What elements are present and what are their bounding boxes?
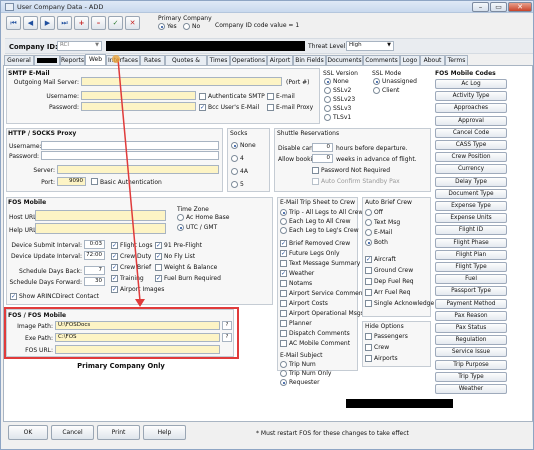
airport-ops-checkbox[interactable]	[280, 310, 287, 317]
hide-airports-checkbox[interactable]	[365, 355, 372, 362]
mobile-codes-title: FOS Mobile Codes	[435, 70, 496, 77]
subject-trip-num-label: Trip Num	[289, 361, 316, 368]
code-button-currency[interactable]: Currency	[435, 164, 507, 175]
brief-both-radio[interactable]	[365, 239, 372, 246]
print-button[interactable]: Print	[97, 425, 140, 440]
each-leg-all-radio[interactable]	[280, 218, 287, 225]
brief-off-label: Off	[374, 209, 383, 216]
brief-aircraft-checkbox[interactable]: ✓	[365, 256, 372, 263]
brief-aircraft-label: Aircraft	[374, 256, 396, 263]
brief-email-radio[interactable]	[365, 229, 372, 236]
single-ack-label: Single Acknowledge	[374, 300, 435, 307]
planner-checkbox[interactable]	[280, 320, 287, 327]
arr-fuel-label: Arr Fuel Req	[374, 289, 411, 296]
weather-label: Weather	[289, 270, 315, 277]
code-button-approval[interactable]: Approval	[435, 115, 507, 126]
code-button-delay-type[interactable]: Delay Type	[435, 176, 507, 187]
code-button-crew-position[interactable]: Crew Position	[435, 152, 507, 163]
subject-trip-num-radio[interactable]	[280, 361, 287, 368]
subject-requester-label: Requester	[289, 379, 320, 386]
code-button-cancel-code[interactable]: Cancel Code	[435, 127, 507, 138]
subject-trip-num-only-radio[interactable]	[280, 370, 287, 377]
help-button[interactable]: Help	[143, 425, 186, 440]
ok-button[interactable]: OK	[8, 425, 48, 440]
brief-text-label: Text Msg	[374, 219, 401, 226]
brief-removed-label: Brief Removed Crew	[289, 240, 351, 247]
airport-ops-label: Airport Operational Msgs	[289, 310, 364, 317]
primary-company-only-label: Primary Company Only	[77, 362, 165, 370]
code-button-ac-log[interactable]: Ac Log	[435, 79, 507, 89]
notams-label: Notams	[289, 280, 313, 287]
code-button-cass-type[interactable]: CASS Type	[435, 140, 507, 150]
each-leg-crew-radio[interactable]	[280, 227, 287, 234]
future-legs-label: Future Legs Only	[289, 250, 340, 257]
code-button-expense-units[interactable]: Expense Units	[435, 213, 507, 224]
hide-options-title: Hide Options	[365, 323, 404, 330]
code-button-activity-type[interactable]: Activity Type	[435, 91, 507, 102]
subject-trip-num-only-label: Trip Num Only	[289, 370, 332, 377]
planner-label: Planner	[289, 320, 312, 327]
code-button-pax-status[interactable]: Pax Status	[435, 323, 507, 333]
airport-service-checkbox[interactable]	[280, 290, 287, 297]
auto-brief-title: Auto Brief Crew	[365, 199, 412, 206]
ac-mobile-comment-label: AC Mobile Comment	[289, 340, 351, 347]
code-button-payment-method[interactable]: Payment Method	[435, 298, 507, 309]
code-button-trip-type[interactable]: Trip Type	[435, 371, 507, 382]
window: User Company Data - ADD – ▭ ✕ ⏮ ◀ ▶ ⏭ + …	[0, 0, 534, 450]
each-leg-all-label: Each Leg to All Crew	[289, 218, 351, 225]
code-button-fuel[interactable]: Fuel	[435, 274, 507, 285]
brief-email-label: E-Mail	[374, 229, 393, 236]
code-button-service-issue[interactable]: Service Issue	[435, 347, 507, 358]
brief-text-radio[interactable]	[365, 219, 372, 226]
airport-costs-label: Airport Costs	[289, 300, 328, 307]
auto-brief-group	[362, 197, 431, 317]
code-button-flight-phase[interactable]: Flight Phase	[435, 237, 507, 248]
weather-checkbox[interactable]: ✓	[280, 270, 287, 277]
code-button-weather[interactable]: Weather	[435, 384, 507, 394]
hide-passengers-checkbox[interactable]	[365, 333, 372, 340]
airport-costs-checkbox[interactable]	[280, 300, 287, 307]
code-button-flight-plan[interactable]: Flight Plan	[435, 249, 507, 260]
dispatch-comments-checkbox[interactable]	[280, 330, 287, 337]
arr-fuel-checkbox[interactable]	[365, 289, 372, 296]
code-button-passport-type[interactable]: Passport Type	[435, 286, 507, 297]
brief-ground-crew-label: Ground Crew	[374, 267, 414, 274]
hide-crew-checkbox[interactable]	[365, 344, 372, 351]
code-button-trip-purpose[interactable]: Trip Purpose	[435, 359, 507, 370]
brief-ground-crew-checkbox[interactable]	[365, 267, 372, 274]
single-ack-checkbox[interactable]	[365, 300, 372, 307]
brief-removed-checkbox[interactable]: ✓	[280, 240, 287, 247]
cancel-button[interactable]: Cancel	[51, 425, 94, 440]
code-button-approaches[interactable]: Approaches	[435, 103, 507, 114]
dispatch-comments-label: Dispatch Comments	[289, 330, 350, 337]
code-button-document-type[interactable]: Document Type	[435, 188, 507, 199]
future-legs-checkbox[interactable]: ✓	[280, 250, 287, 257]
notams-checkbox[interactable]	[280, 280, 287, 287]
code-button-flight-id[interactable]: Flight ID	[435, 225, 507, 236]
dep-fuel-label: Dep Fuel Req	[374, 278, 414, 285]
email-trip-title: E-Mail Trip Sheet to Crew	[280, 199, 355, 206]
code-button-pax-reason[interactable]: Pax Reason	[435, 310, 507, 321]
ac-mobile-comment-checkbox[interactable]	[280, 340, 287, 347]
subject-requester-radio[interactable]	[280, 379, 287, 386]
hide-airports-label: Airports	[374, 355, 398, 362]
trip-all-legs-radio[interactable]	[280, 209, 287, 216]
trip-all-legs-label: Trip - All Legs to All Crew	[289, 209, 364, 216]
dep-fuel-checkbox[interactable]	[365, 278, 372, 285]
each-leg-crew-label: Each Leg to Leg's Crew	[289, 227, 359, 234]
brief-both-label: Both	[374, 239, 388, 246]
hide-passengers-label: Passengers	[374, 333, 408, 340]
text-summary-label: Text Message Summary	[289, 260, 361, 267]
brief-off-radio[interactable]	[365, 209, 372, 216]
hide-crew-label: Crew	[374, 344, 390, 351]
text-summary-checkbox[interactable]	[280, 260, 287, 267]
airport-service-label: Airport Service Comments	[289, 290, 369, 297]
code-button-regulation[interactable]: Regulation	[435, 335, 507, 346]
restart-note: * Must restart FOS for these changes to …	[256, 430, 409, 437]
email-subject-title: E-Mail Subject	[280, 352, 323, 359]
code-button-expense-type[interactable]: Expense Type	[435, 201, 507, 211]
redacted-field	[346, 399, 453, 408]
code-button-flight-type[interactable]: Flight Type	[435, 262, 507, 272]
